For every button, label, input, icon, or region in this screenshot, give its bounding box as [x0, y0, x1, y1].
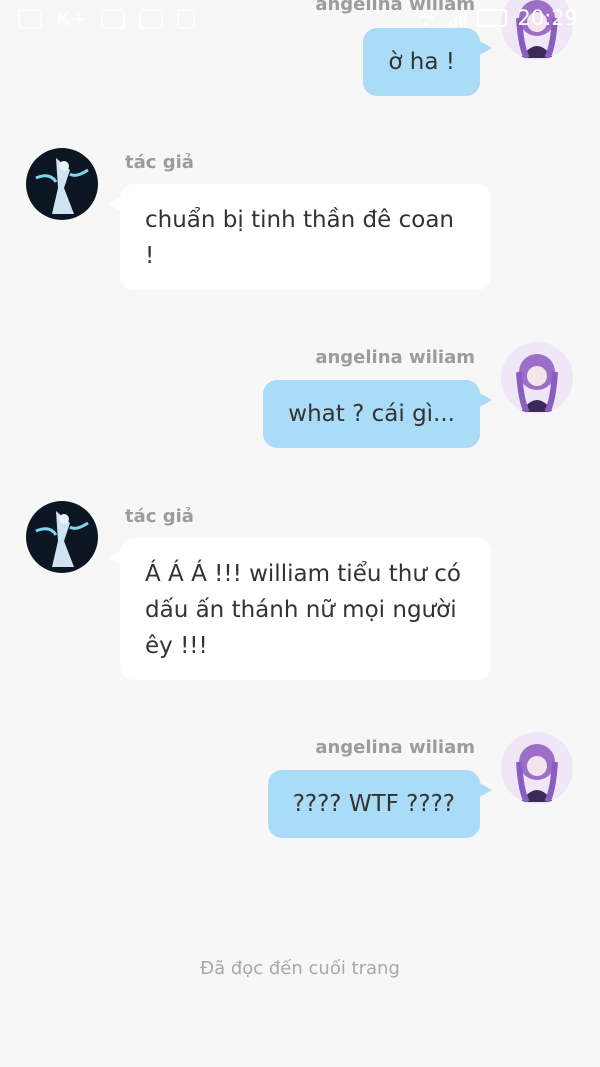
message-text: what ? cái gì...: [288, 401, 455, 427]
author-name: tác giả: [125, 152, 194, 173]
message-bubble-incoming[interactable]: chuẩn bị tinh thần đê coan !: [108, 184, 491, 290]
battery-icon: [477, 9, 508, 27]
message-text: ???? WTF ????: [292, 791, 455, 817]
clock: 20:29: [517, 6, 578, 30]
purple-girl-avatar-icon[interactable]: [501, 342, 573, 414]
image-icon-2: [138, 9, 163, 29]
end-of-page-label: Đã đọc đến cuối trang: [200, 958, 400, 979]
system-icons: 20:29: [413, 6, 578, 30]
sim-icon: [176, 9, 195, 29]
message-bubble-outgoing[interactable]: what ? cái gì...: [263, 380, 492, 448]
author-name: angelina wiliam: [315, 347, 475, 368]
author-name: tác giả: [125, 506, 194, 527]
author-name: angelina wiliam: [315, 737, 475, 758]
dark-figure-avatar-icon[interactable]: [26, 501, 98, 573]
purple-girl-avatar-icon[interactable]: [501, 732, 573, 804]
signal-icon: [449, 9, 468, 27]
message-text: chuẩn bị tinh thần đê coan !: [145, 207, 454, 269]
notification-icons: K+: [18, 8, 195, 30]
message-text: ờ ha !: [388, 49, 455, 75]
dark-figure-avatar-icon[interactable]: [26, 148, 98, 220]
message-bubble-outgoing[interactable]: ???? WTF ????: [267, 770, 493, 838]
message-bubble-incoming[interactable]: Á Á Á !!! william tiểu thư có dấu ấn thá…: [108, 538, 491, 680]
image-icon: [100, 9, 125, 29]
carrier-badge: K+: [56, 8, 87, 30]
store-icon: [18, 9, 42, 29]
status-bar: K+ 20:29: [0, 0, 600, 40]
message-text: Á Á Á !!! william tiểu thư có dấu ấn thá…: [145, 561, 461, 659]
wifi-icon: [413, 9, 440, 26]
